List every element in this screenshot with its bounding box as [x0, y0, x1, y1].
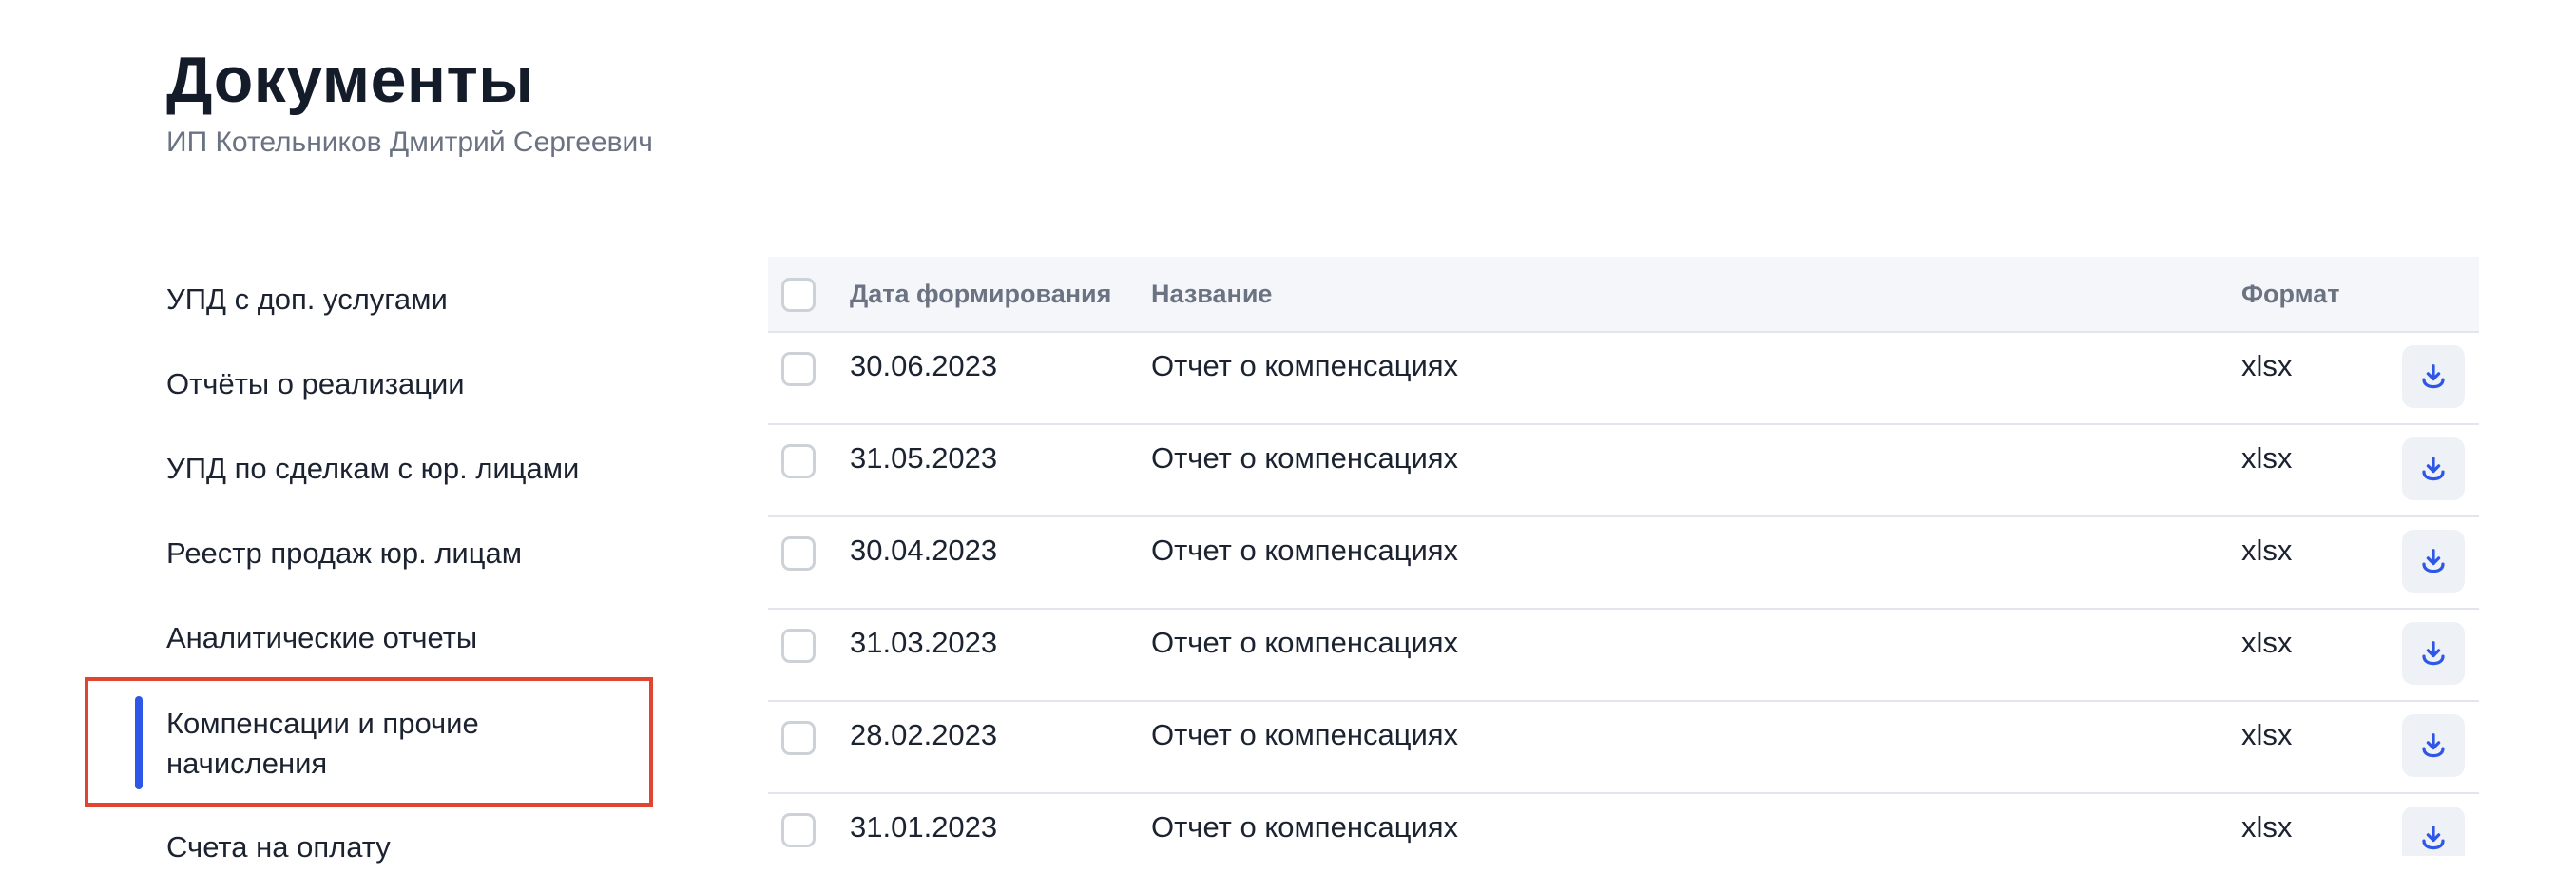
download-icon [2422, 549, 2445, 573]
download-button[interactable] [2402, 437, 2465, 500]
row-name: Отчет о компенсациях [1151, 349, 1459, 382]
row-format: xlsx [2241, 718, 2293, 751]
download-icon [2422, 364, 2445, 389]
row-name: Отчет о компенсациях [1151, 718, 1459, 751]
row-date: 28.02.2023 [850, 718, 998, 751]
row-checkbox[interactable] [781, 721, 816, 755]
sidebar-item-legal-sales-register[interactable]: Реестр продаж юр. лицам [166, 534, 522, 573]
column-header-name: Название [1151, 280, 1273, 308]
download-icon [2422, 641, 2445, 666]
row-name: Отчет о компенсациях [1151, 810, 1459, 844]
column-header-date: Дата формирования [850, 280, 1112, 308]
row-name: Отчет о компенсациях [1151, 534, 1459, 567]
download-icon [2422, 733, 2445, 758]
row-format: xlsx [2241, 626, 2293, 659]
download-icon [2422, 457, 2445, 481]
sidebar-item-invoices[interactable]: Счета на оплату [166, 827, 391, 867]
row-date: 31.01.2023 [850, 810, 998, 844]
table-row: 30.06.2023 Отчет о компенсациях xlsx [768, 333, 2479, 425]
sidebar-item-sales-reports[interactable]: Отчёты о реализации [166, 364, 465, 404]
row-checkbox[interactable] [781, 352, 816, 386]
row-format: xlsx [2241, 349, 2293, 382]
select-all-checkbox[interactable] [781, 278, 816, 312]
table-header: Дата формирования Название Формат [768, 257, 2479, 333]
sidebar-item-analytics-reports[interactable]: Аналитические отчеты [166, 618, 477, 658]
column-header-format: Формат [2241, 280, 2340, 308]
download-button[interactable] [2402, 530, 2465, 593]
row-checkbox[interactable] [781, 813, 816, 847]
row-date: 30.06.2023 [850, 349, 998, 382]
table-row: 28.02.2023 Отчет о компенсациях xlsx [768, 702, 2479, 794]
row-date: 30.04.2023 [850, 534, 998, 567]
row-checkbox[interactable] [781, 444, 816, 478]
row-name: Отчет о компенсациях [1151, 626, 1459, 659]
download-button[interactable] [2402, 345, 2465, 408]
table-row: 31.01.2023 Отчет о компенсациях xlsx [768, 794, 2479, 856]
row-format: xlsx [2241, 810, 2293, 844]
sidebar-item-upd-extra-services[interactable]: УПД с доп. услугами [166, 280, 448, 320]
download-button[interactable] [2402, 807, 2465, 856]
sidebar: УПД с доп. услугами Отчёты о реализации … [0, 0, 722, 894]
documents-table: Дата формирования Название Формат 30.06.… [768, 257, 2479, 856]
row-format: xlsx [2241, 534, 2293, 567]
table-row: 31.05.2023 Отчет о компенсациях xlsx [768, 425, 2479, 517]
row-name: Отчет о компенсациях [1151, 441, 1459, 475]
download-icon [2422, 826, 2445, 850]
row-checkbox[interactable] [781, 629, 816, 663]
highlight-frame [85, 677, 653, 807]
row-date: 31.05.2023 [850, 441, 998, 475]
download-button[interactable] [2402, 622, 2465, 685]
table-row: 30.04.2023 Отчет о компенсациях xlsx [768, 517, 2479, 610]
sidebar-item-upd-legal-entities[interactable]: УПД по сделкам с юр. лицами [166, 449, 579, 489]
table-row: 31.03.2023 Отчет о компенсациях xlsx [768, 610, 2479, 702]
row-checkbox[interactable] [781, 536, 816, 571]
download-button[interactable] [2402, 714, 2465, 777]
row-date: 31.03.2023 [850, 626, 998, 659]
row-format: xlsx [2241, 441, 2293, 475]
